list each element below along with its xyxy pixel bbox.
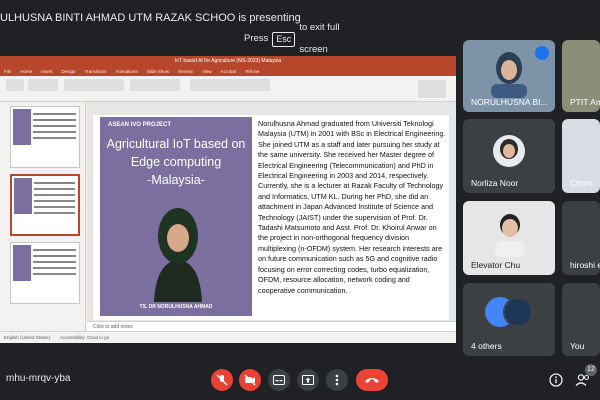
menu-animations[interactable]: Animations: [115, 69, 137, 74]
slide-title: Agricultural IoT based on Edge computing: [106, 137, 246, 169]
participant-count-badge: 12: [585, 364, 597, 376]
meet-window: ULHUSNA BINTI AHMAD UTM RAZAK SCHOO is p…: [0, 0, 600, 400]
meeting-code: mhu-mrqv-yba: [6, 373, 71, 384]
leave-call-button[interactable]: [356, 369, 388, 391]
captions-button[interactable]: [268, 369, 290, 391]
ribbon-paste-button[interactable]: [6, 79, 24, 91]
participant-name: Norliza Noor: [471, 178, 519, 188]
menu-transitions[interactable]: Transitions: [85, 69, 107, 74]
participant-tile[interactable]: NORULHUSNA BI...: [463, 40, 555, 112]
ppt-title: IoT based AI for Agriculture (MS-2023) M…: [0, 56, 456, 66]
menu-insert[interactable]: Insert: [41, 69, 52, 74]
ribbon-share-pdf-button[interactable]: [418, 80, 446, 98]
participant-tile[interactable]: hiroshi e: [562, 201, 600, 275]
menu-tellme[interactable]: Tell me: [245, 69, 259, 74]
participant-tile[interactable]: Elevator Chu: [463, 201, 555, 275]
esc-key: Esc: [272, 31, 296, 47]
hint-text: to exit full screen: [299, 22, 340, 55]
participant-name: hiroshi e: [570, 260, 600, 270]
self-tile[interactable]: You: [562, 283, 600, 356]
ribbon-slides-button[interactable]: [28, 79, 58, 91]
menu-slideshow[interactable]: Slide Show: [147, 69, 170, 74]
others-count: 4 others: [471, 341, 502, 351]
speaking-indicator-icon: [535, 46, 549, 60]
avatar: [493, 135, 525, 167]
participant-tile[interactable]: Norliza Noor: [463, 119, 555, 193]
ppt-menu: File Home Insert Design Transitions Anim…: [0, 66, 456, 76]
captions-icon: [273, 375, 285, 385]
participant-tile[interactable]: PTIT Ano: [562, 40, 600, 112]
info-icon: [549, 373, 563, 387]
slide-subtitle: -Malaysia-: [147, 173, 205, 187]
present-button[interactable]: [297, 369, 319, 391]
more-options-button[interactable]: [326, 369, 348, 391]
avatar: [503, 297, 533, 327]
menu-review[interactable]: Review: [178, 69, 193, 74]
slide-thumb[interactable]: [10, 242, 80, 304]
slide-title-panel: ASEAN IVO PROJECT Agricultural IoT based…: [100, 117, 252, 316]
menu-view[interactable]: View: [202, 69, 212, 74]
menu-design[interactable]: Design: [62, 69, 76, 74]
status-language: English (United States): [4, 335, 51, 340]
end-call-icon: [365, 378, 379, 383]
slide-thumb-active[interactable]: [10, 174, 80, 236]
others-tile[interactable]: 4 others: [463, 283, 555, 356]
self-name: You: [570, 341, 585, 351]
fullscreen-hint: Press Esc to exit full screen: [236, 22, 378, 55]
mic-off-icon: [216, 374, 228, 386]
meeting-details-button[interactable]: [546, 370, 566, 390]
slide-bio-text: Norulhusna Ahmad graduated from Universi…: [258, 119, 446, 295]
slide-thumbnails: [0, 102, 86, 331]
present-icon: [302, 375, 314, 385]
more-vert-icon: [335, 374, 339, 386]
presenter-banner: ULHUSNA BINTI AHMAD UTM RAZAK SCHOO is p…: [0, 12, 301, 24]
participant-video: [491, 52, 527, 98]
participant-name: Elevator Chu: [471, 260, 521, 270]
participant-name: PTIT Ano: [570, 97, 600, 107]
camera-off-button[interactable]: [239, 369, 261, 391]
hint-press: Press: [244, 33, 269, 44]
camera-off-icon: [244, 374, 256, 386]
menu-acrobat[interactable]: Acrobat: [221, 69, 237, 74]
status-accessibility: Accessibility: Good to go: [60, 335, 110, 340]
ribbon-paragraph-group[interactable]: [130, 79, 180, 91]
menu-home[interactable]: Home: [20, 69, 32, 74]
ppt-ribbon: [0, 76, 456, 102]
participant-name: NORULHUSNA BI...: [471, 97, 548, 107]
slide-thumb[interactable]: [10, 106, 80, 168]
ribbon-font-group[interactable]: [64, 79, 124, 91]
ribbon-drawing-group[interactable]: [190, 79, 270, 91]
ppt-status-bar: English (United States) Accessibility: G…: [0, 331, 456, 343]
notes-pane[interactable]: Click to add notes: [87, 321, 456, 331]
menu-file[interactable]: File: [4, 69, 11, 74]
participant-name: Chom: [570, 178, 593, 188]
mic-off-button[interactable]: [211, 369, 233, 391]
presenter-caption: TS. DR NORULHUSNA AHMAD: [139, 304, 213, 310]
presenter-portrait: [154, 208, 202, 302]
participant-video: [495, 214, 525, 257]
participant-tile[interactable]: Chom: [562, 119, 600, 193]
slide-tag: ASEAN IVO PROJECT: [108, 122, 172, 128]
